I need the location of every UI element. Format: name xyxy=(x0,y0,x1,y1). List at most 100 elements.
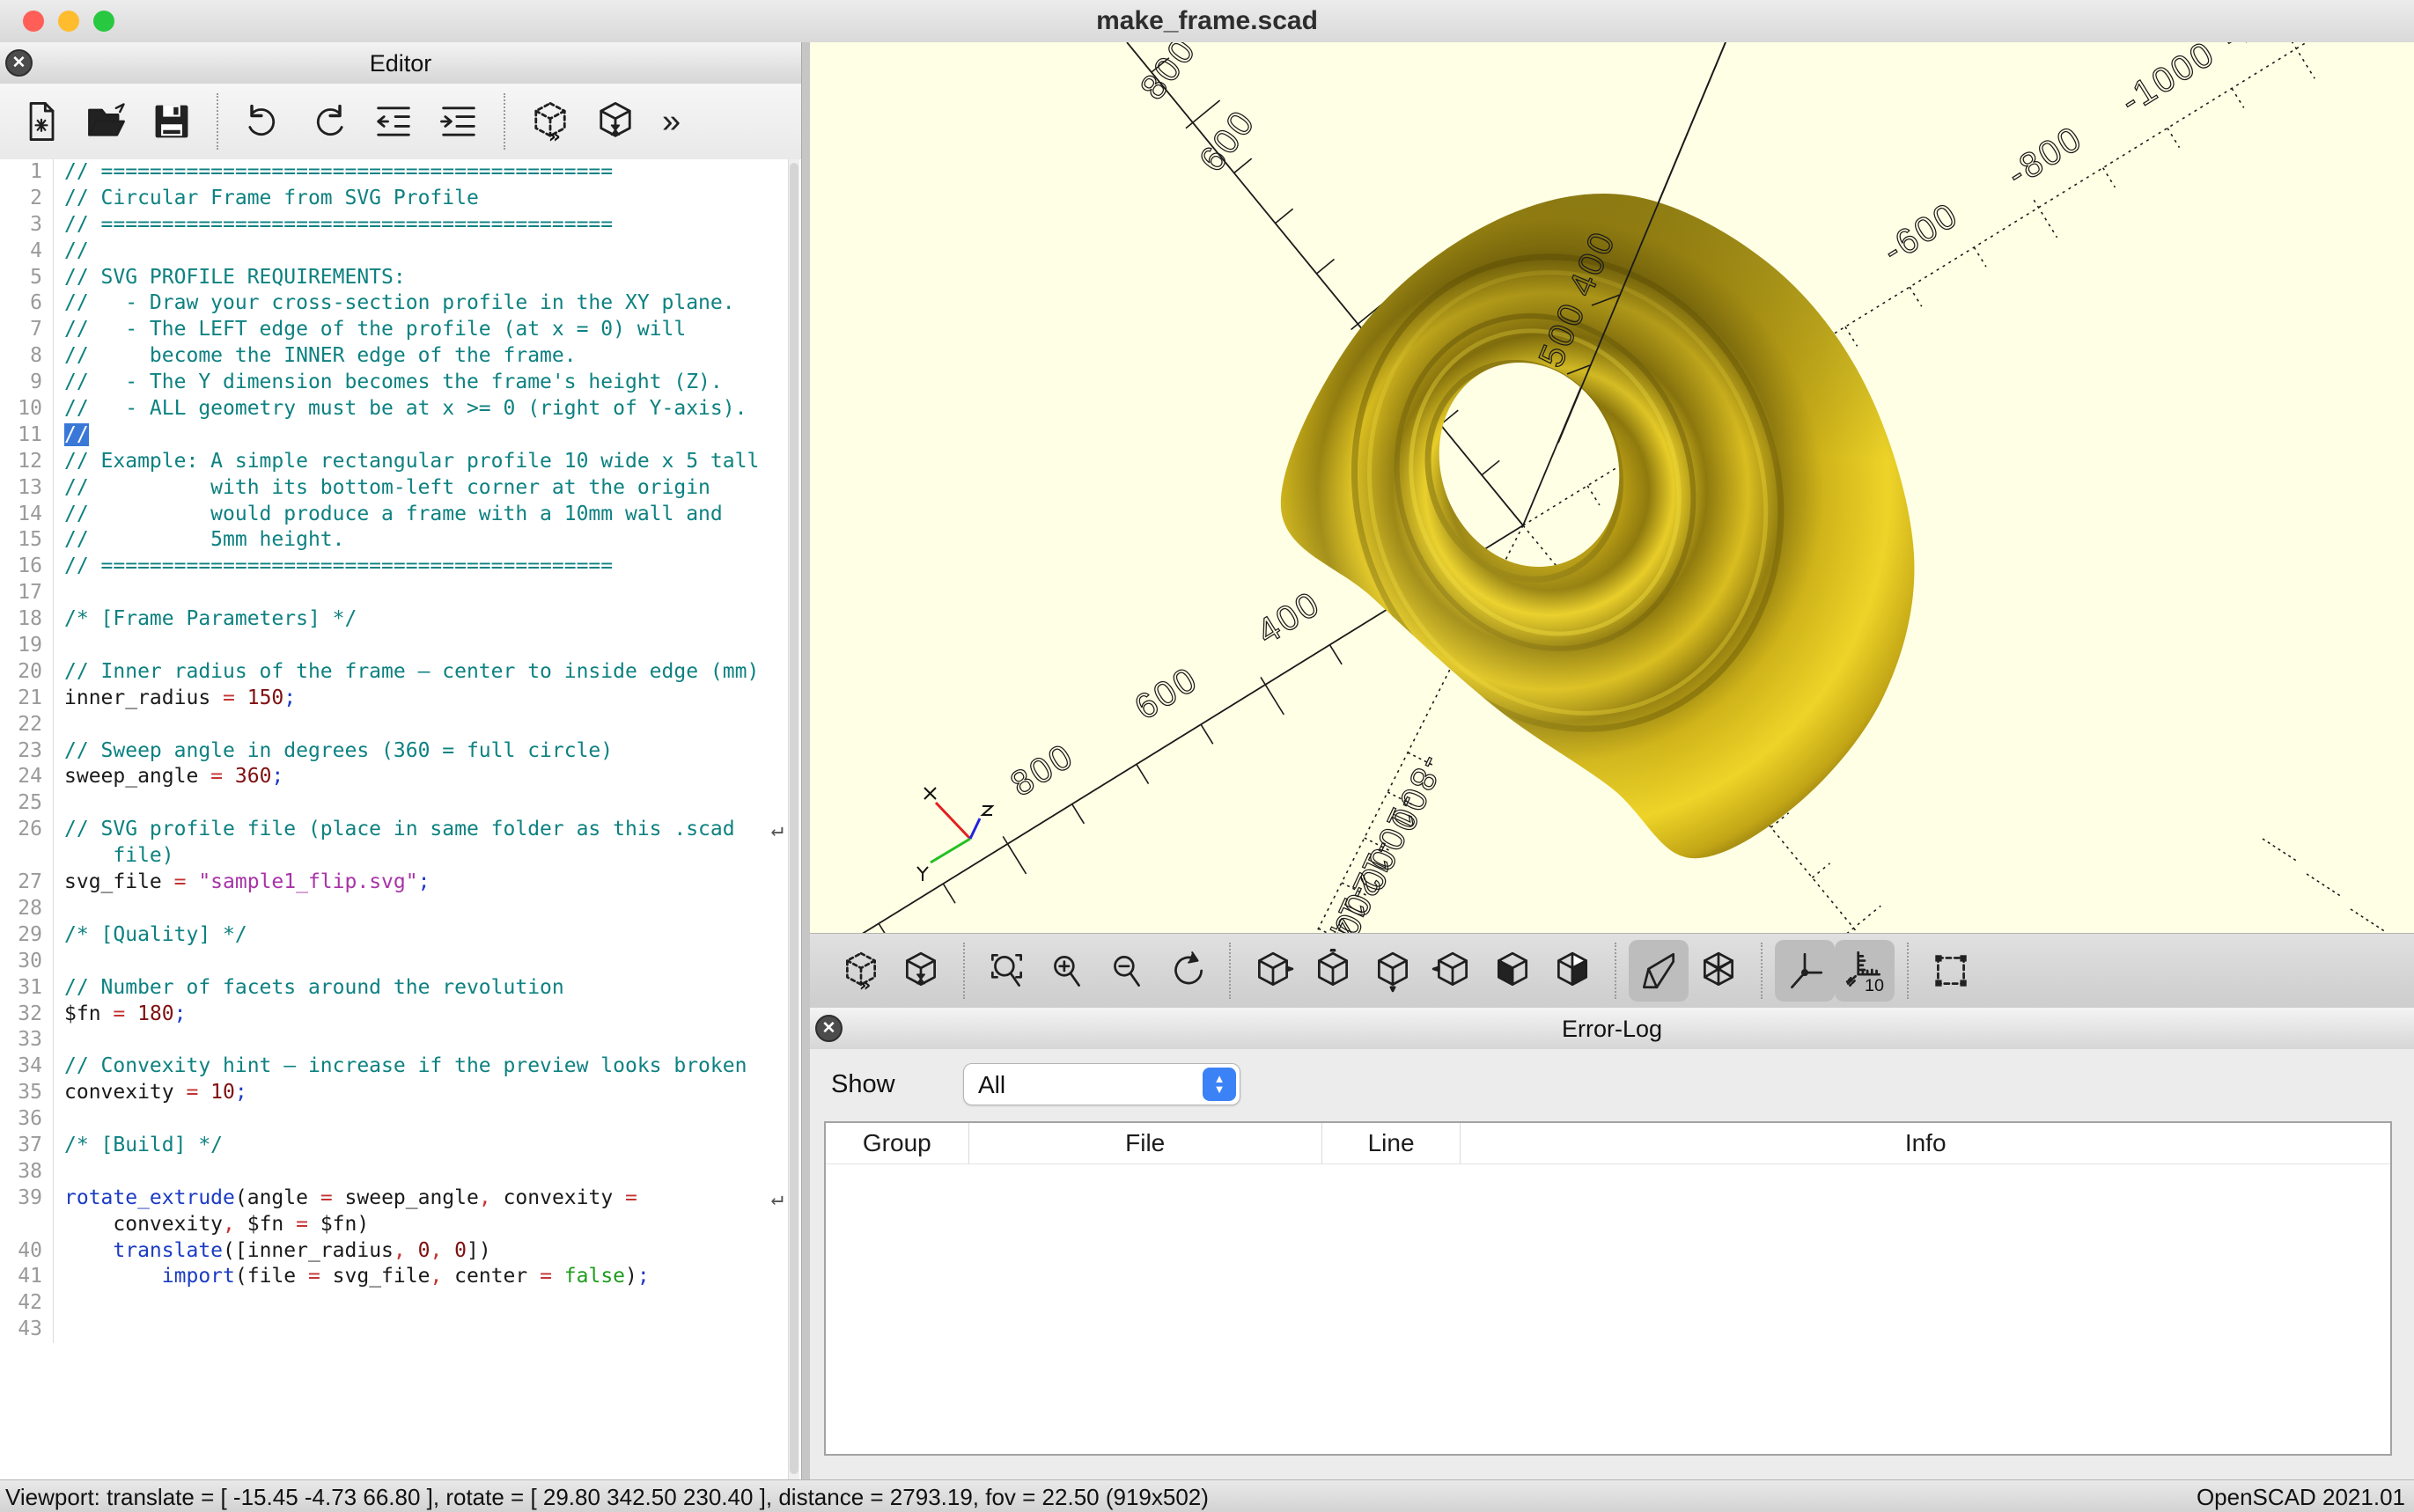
code-line[interactable]: 32$fn = 180; xyxy=(0,1002,801,1028)
redo-button[interactable] xyxy=(296,90,361,153)
zoom-all-button[interactable] xyxy=(977,940,1037,1002)
unindent-button[interactable] xyxy=(361,90,426,153)
code-line[interactable]: 43 xyxy=(0,1317,801,1343)
show-axes-button[interactable] xyxy=(1775,940,1835,1002)
code-line[interactable]: 5// SVG PROFILE REQUIREMENTS: xyxy=(0,265,801,291)
indent-button[interactable] xyxy=(426,90,491,153)
code-line[interactable]: 20// Inner radius of the frame – center … xyxy=(0,659,801,686)
openscad-window: make_frame.scad ✕ Editor »» 1// ========… xyxy=(0,0,2414,1512)
code-line[interactable]: 4// xyxy=(0,239,801,265)
view-left-button[interactable] xyxy=(1423,940,1483,1002)
errorlog-column-group[interactable]: Group xyxy=(826,1123,969,1163)
new-file-button[interactable] xyxy=(9,90,74,153)
code-line[interactable]: 9// - The Y dimension becomes the frame'… xyxy=(0,370,801,396)
code-line[interactable]: 13// with its bottom-left corner at the … xyxy=(0,475,801,502)
code-line[interactable]: 11// xyxy=(0,422,801,449)
new-file-icon xyxy=(18,99,64,144)
code-line[interactable]: 26// SVG profile file (place in same fol… xyxy=(0,817,801,843)
show-filter-dropdown[interactable]: All ▲▼ xyxy=(963,1063,1240,1105)
reset-view-button[interactable] xyxy=(1157,940,1217,1002)
code-line[interactable]: 36 xyxy=(0,1106,801,1133)
view-bottom-button[interactable] xyxy=(1363,940,1423,1002)
code-line[interactable]: 16// ===================================… xyxy=(0,554,801,580)
code-line[interactable]: convexity, $fn = $fn) xyxy=(0,1212,801,1238)
editor-scrollbar[interactable] xyxy=(788,159,799,1479)
toolbar-overflow-button[interactable]: » xyxy=(662,103,681,141)
zoom-out-button[interactable] xyxy=(1097,940,1157,1002)
line-number: 18 xyxy=(0,606,54,633)
perspective-button[interactable] xyxy=(1629,940,1689,1002)
code-line[interactable]: 17 xyxy=(0,580,801,606)
code-line[interactable]: 41 import(file = svg_file, center = fals… xyxy=(0,1264,801,1290)
view-front-button[interactable] xyxy=(1483,940,1542,1002)
redo-icon xyxy=(305,99,351,144)
code-line[interactable]: 40 translate([inner_radius, 0, 0]) xyxy=(0,1238,801,1265)
line-number: 5 xyxy=(0,265,54,291)
code-line[interactable]: 15// 5mm height. xyxy=(0,527,801,554)
zoom-in-button[interactable] xyxy=(1037,940,1097,1002)
render-button[interactable] xyxy=(891,940,951,1002)
line-number: 31 xyxy=(0,975,54,1002)
code-line[interactable]: 29/* [Quality] */ xyxy=(0,922,801,949)
view-all-button[interactable] xyxy=(1921,940,1981,1002)
code-line[interactable]: 1// ====================================… xyxy=(0,159,801,186)
view-top-button[interactable] xyxy=(1303,940,1363,1002)
render-button[interactable] xyxy=(583,90,648,153)
code-line[interactable]: 6// - Draw your cross-section profile in… xyxy=(0,290,801,317)
3d-viewport[interactable]: 400600800-600-800-1000-1200 600800 -800-… xyxy=(810,42,2414,933)
code-line[interactable]: 3// ====================================… xyxy=(0,212,801,239)
line-number: 39 xyxy=(0,1185,54,1212)
code-line[interactable]: 24sweep_angle = 360; xyxy=(0,764,801,790)
window-titlebar: make_frame.scad xyxy=(0,0,2414,43)
undo-button[interactable] xyxy=(231,90,296,153)
orthographic-button[interactable] xyxy=(1689,940,1748,1002)
code-line[interactable]: 2// Circular Frame from SVG Profile xyxy=(0,186,801,212)
view-top-icon xyxy=(1311,949,1355,993)
code-line[interactable]: 22 xyxy=(0,712,801,738)
code-line[interactable]: 39rotate_extrude(angle = sweep_angle, co… xyxy=(0,1185,801,1212)
code-editor[interactable]: 1// ====================================… xyxy=(0,159,801,1479)
code-line[interactable]: 28 xyxy=(0,896,801,922)
code-line[interactable]: 19 xyxy=(0,633,801,659)
code-line[interactable]: 23// Sweep angle in degrees (360 = full … xyxy=(0,738,801,765)
code-line[interactable]: 37/* [Build] */ xyxy=(0,1133,801,1159)
code-line[interactable]: 34// Convexity hint – increase if the pr… xyxy=(0,1053,801,1080)
save-button[interactable] xyxy=(139,90,204,153)
code-line[interactable]: 8// become the INNER edge of the frame. xyxy=(0,343,801,370)
reset-view-icon xyxy=(1165,949,1209,993)
line-number: 23 xyxy=(0,738,54,765)
code-line[interactable]: 18/* [Frame Parameters] */ xyxy=(0,606,801,633)
line-number: 32 xyxy=(0,1002,54,1028)
view-back-button[interactable] xyxy=(1542,940,1602,1002)
code-line[interactable]: 33 xyxy=(0,1027,801,1053)
unindent-icon xyxy=(371,99,416,144)
errorlog-column-file[interactable]: File xyxy=(969,1123,1322,1163)
code-line[interactable]: 35convexity = 10; xyxy=(0,1080,801,1106)
view-right-button[interactable] xyxy=(1243,940,1303,1002)
scale-markers-button[interactable]: 10 xyxy=(1835,940,1895,1002)
code-line[interactable]: 30 xyxy=(0,949,801,975)
viewport-canvas[interactable]: 400600800-600-800-1000-1200 600800 -800-… xyxy=(810,42,2414,933)
code-line[interactable]: 14// would produce a frame with a 10mm w… xyxy=(0,502,801,528)
code-line[interactable]: 25 xyxy=(0,790,801,817)
code-line[interactable]: 38 xyxy=(0,1159,801,1185)
errorlog-column-info[interactable]: Info xyxy=(1461,1123,2390,1163)
code-line[interactable]: file) xyxy=(0,843,801,870)
code-line[interactable]: 7// - The LEFT edge of the profile (at x… xyxy=(0,317,801,343)
code-line[interactable]: 27svg_file = "sample1_flip.svg"; xyxy=(0,870,801,896)
open-button[interactable] xyxy=(74,90,139,153)
errorlog-column-line[interactable]: Line xyxy=(1322,1123,1461,1163)
preview-button[interactable]: » xyxy=(518,90,583,153)
line-number: 22 xyxy=(0,712,54,738)
code-line[interactable]: 12// Example: A simple rectangular profi… xyxy=(0,449,801,475)
code-line[interactable]: 21inner_radius = 150; xyxy=(0,686,801,712)
line-number: 35 xyxy=(0,1080,54,1106)
code-line[interactable]: 10// - ALL geometry must be at x >= 0 (r… xyxy=(0,396,801,422)
line-number: 11 xyxy=(0,422,54,449)
line-number: 25 xyxy=(0,790,54,817)
zoom-out-icon xyxy=(1105,949,1149,993)
code-line[interactable]: 31// Number of facets around the revolut… xyxy=(0,975,801,1002)
code-line[interactable]: 42 xyxy=(0,1290,801,1317)
status-bar: Viewport: translate = [ -15.45 -4.73 66.… xyxy=(0,1479,2414,1512)
preview-button[interactable]: » xyxy=(831,940,891,1002)
